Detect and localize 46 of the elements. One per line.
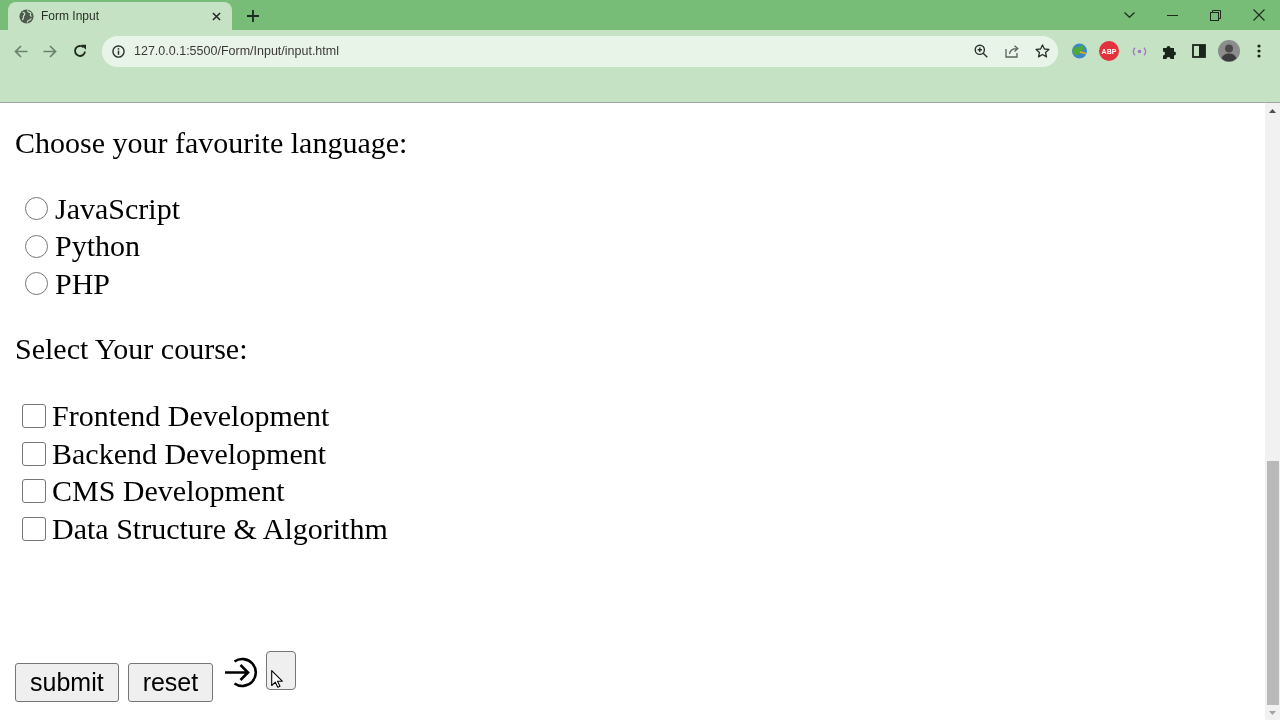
question-text: Choose your favourite language: [15,126,408,160]
radio-button[interactable] [25,272,48,296]
earth-icon [1070,43,1088,59]
option-label: PHP [55,266,111,301]
close-icon [1252,9,1265,21]
checkbox[interactable] [22,404,46,429]
scrollbar-track[interactable] [1265,103,1280,720]
form-button[interactable]: reset [127,662,214,702]
option-label: Backend Development [52,436,327,471]
close-icon [211,11,221,21]
radio-button[interactable] [25,197,48,221]
zoom-in-icon[interactable] [974,44,988,58]
scroll-up-icon[interactable] [1269,108,1276,113]
url-text: 127.0.0.1:5500/Form/Input/input.html [134,42,339,60]
reload-icon [73,44,87,58]
radio-button[interactable] [25,234,48,258]
option-label: Data Structure & Algorithm [52,511,388,546]
star-icon[interactable] [1035,44,1050,58]
puzzle-icon [1161,43,1177,59]
chevron-down-icon [1123,12,1135,18]
avatar-icon [1218,40,1240,62]
broadcast-icon [1131,46,1147,56]
info-icon [112,44,125,58]
checkbox[interactable] [22,441,46,466]
checkbox[interactable] [22,479,46,504]
address-bar[interactable]: 127.0.0.1:5500/Form/Input/input.html [102,35,1058,67]
option-label: Python [55,229,141,264]
forward-arrow-icon [43,44,57,58]
option-label: Frontend Development [52,399,330,434]
question-text: Select Your course: [15,331,248,366]
option-label: CMS Development [52,474,285,509]
back-arrow-icon [14,44,28,58]
cursor-icon [271,670,283,688]
side-panel-icon [1192,44,1206,58]
form-button[interactable]: submit [15,662,119,702]
plus-icon [247,10,259,22]
menu-icon [1257,44,1261,58]
restore-icon [1210,9,1221,21]
empty-button[interactable] [266,650,297,690]
scrollbar-thumb[interactable] [1266,461,1279,705]
checkbox[interactable] [22,516,46,541]
globe-icon [19,8,34,24]
minimize-icon [1167,14,1178,16]
option-label: JavaScript [55,191,180,226]
share-icon[interactable] [1005,44,1020,58]
browser-tab[interactable]: Form Input [8,2,232,30]
